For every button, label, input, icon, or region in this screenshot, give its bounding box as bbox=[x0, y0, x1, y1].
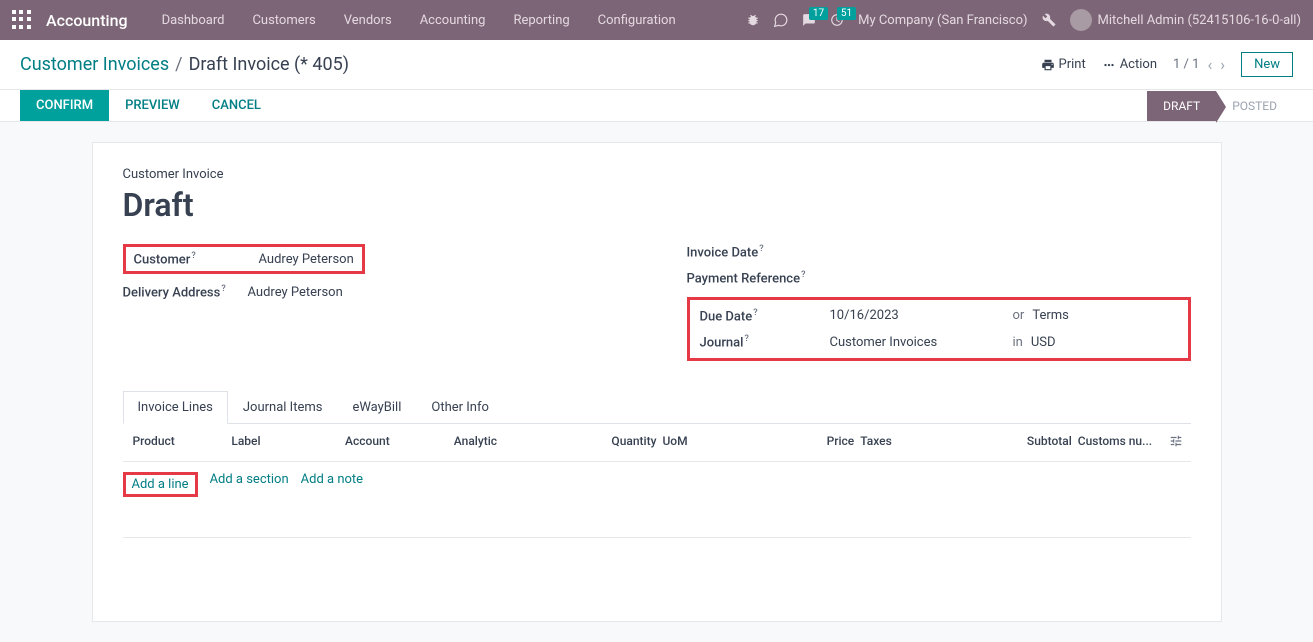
top-nav: Accounting Dashboard Customers Vendors A… bbox=[0, 0, 1313, 40]
apps-grid-icon[interactable] bbox=[12, 10, 32, 30]
print-button[interactable]: Print bbox=[1041, 57, 1086, 72]
preview-button[interactable]: PREVIEW bbox=[109, 90, 196, 121]
nav-reporting[interactable]: Reporting bbox=[503, 7, 579, 34]
th-account: Account bbox=[345, 434, 454, 451]
tab-invoice-lines[interactable]: Invoice Lines bbox=[123, 391, 228, 424]
new-button[interactable]: New bbox=[1241, 52, 1293, 77]
user-name: Mitchell Admin (52415106-16-0-all) bbox=[1098, 13, 1301, 28]
nav-vendors[interactable]: Vendors bbox=[334, 7, 402, 34]
invoice-date-label: Invoice Date? bbox=[687, 244, 827, 260]
app-name: Accounting bbox=[46, 11, 128, 30]
chat-badge: 17 bbox=[809, 7, 828, 20]
chat-icon[interactable]: 17 bbox=[802, 13, 816, 27]
customer-label: Customer? bbox=[134, 251, 259, 267]
customer-field[interactable]: Audrey Peterson bbox=[259, 252, 354, 267]
pager-prev[interactable]: ‹ bbox=[1207, 55, 1212, 74]
page-controls: Print Action 1 / 1 ‹ › New bbox=[1041, 52, 1294, 77]
tab-ewaybill[interactable]: eWayBill bbox=[337, 391, 416, 423]
activity-badge: 51 bbox=[837, 7, 856, 20]
due-date-field[interactable]: 10/16/2023 bbox=[830, 308, 1005, 323]
form-subtitle: Customer Invoice bbox=[123, 167, 1191, 182]
tab-other-info[interactable]: Other Info bbox=[416, 391, 504, 423]
breadcrumb-bar: Customer Invoices / Draft Invoice (* 405… bbox=[0, 40, 1313, 90]
tools-icon[interactable] bbox=[1042, 13, 1056, 27]
pager: 1 / 1 ‹ › bbox=[1173, 55, 1225, 74]
th-customs: Customs nu... bbox=[1072, 434, 1161, 451]
breadcrumb-sep: / bbox=[175, 54, 182, 75]
th-subtotal: Subtotal bbox=[1012, 434, 1071, 451]
pager-next[interactable]: › bbox=[1220, 55, 1225, 74]
breadcrumb-parent[interactable]: Customer Invoices bbox=[20, 54, 169, 75]
highlight-add-line: Add a line bbox=[123, 472, 198, 497]
table-actions: Add a line Add a section Add a note bbox=[123, 462, 1191, 507]
add-section-button[interactable]: Add a section bbox=[210, 472, 289, 497]
add-note-button[interactable]: Add a note bbox=[301, 472, 363, 497]
th-label: Label bbox=[231, 434, 345, 451]
journal-in: in bbox=[1013, 335, 1023, 350]
nav-configuration[interactable]: Configuration bbox=[588, 7, 686, 34]
th-price: Price bbox=[810, 434, 854, 451]
pager-count: 1 / 1 bbox=[1173, 57, 1199, 72]
delivery-field[interactable]: Audrey Peterson bbox=[248, 285, 343, 300]
payment-ref-label: Payment Reference? bbox=[687, 270, 827, 286]
status-bar: DRAFT POSTED bbox=[1147, 91, 1293, 121]
nav-dashboard[interactable]: Dashboard bbox=[152, 7, 235, 34]
form-card: Customer Invoice Draft Customer? Audrey … bbox=[92, 142, 1222, 622]
terms-field[interactable]: Terms bbox=[1032, 308, 1069, 323]
tabs: Invoice Lines Journal Items eWayBill Oth… bbox=[123, 391, 1191, 424]
clock-icon[interactable]: 51 bbox=[830, 13, 844, 27]
journal-field[interactable]: Customer Invoices bbox=[830, 335, 1005, 350]
tab-journal-items[interactable]: Journal Items bbox=[228, 391, 338, 423]
action-bar: CONFIRM PREVIEW CANCEL DRAFT POSTED bbox=[0, 90, 1313, 122]
table-header: Product Label Account Analytic Quantity … bbox=[123, 424, 1191, 462]
form-title: Draft bbox=[123, 186, 1191, 224]
breadcrumb: Customer Invoices / Draft Invoice (* 405… bbox=[20, 54, 349, 75]
company-selector[interactable]: My Company (San Francisco) bbox=[858, 13, 1027, 28]
action-button[interactable]: Action bbox=[1102, 57, 1157, 72]
journal-label: Journal? bbox=[700, 334, 830, 350]
status-draft[interactable]: DRAFT bbox=[1147, 91, 1216, 121]
th-quantity: Quantity bbox=[597, 434, 656, 451]
column-settings-icon[interactable] bbox=[1161, 434, 1191, 451]
breadcrumb-current: Draft Invoice (* 405) bbox=[189, 54, 349, 75]
due-date-or: or bbox=[1013, 308, 1025, 323]
avatar bbox=[1070, 9, 1092, 31]
confirm-button[interactable]: CONFIRM bbox=[20, 90, 109, 121]
delivery-label: Delivery Address? bbox=[123, 284, 248, 300]
due-date-label: Due Date? bbox=[700, 308, 830, 324]
status-posted[interactable]: POSTED bbox=[1216, 91, 1293, 121]
table-empty bbox=[123, 537, 1191, 597]
signal-icon[interactable] bbox=[774, 13, 788, 27]
bug-icon[interactable] bbox=[746, 13, 760, 27]
cancel-button[interactable]: CANCEL bbox=[196, 90, 277, 121]
main-content: Customer Invoice Draft Customer? Audrey … bbox=[92, 122, 1222, 642]
user-menu[interactable]: Mitchell Admin (52415106-16-0-all) bbox=[1070, 9, 1301, 31]
highlight-due-journal: Due Date? 10/16/2023 or Terms Journal? C… bbox=[687, 297, 1191, 362]
nav-accounting[interactable]: Accounting bbox=[410, 7, 496, 34]
th-product: Product bbox=[123, 434, 232, 451]
add-line-button[interactable]: Add a line bbox=[132, 477, 189, 492]
currency-field[interactable]: USD bbox=[1031, 335, 1056, 350]
th-taxes: Taxes bbox=[854, 434, 1012, 451]
highlight-customer: Customer? Audrey Peterson bbox=[123, 244, 365, 274]
th-analytic: Analytic bbox=[454, 434, 597, 451]
nav-customers[interactable]: Customers bbox=[242, 7, 325, 34]
th-uom: UoM bbox=[656, 434, 809, 451]
